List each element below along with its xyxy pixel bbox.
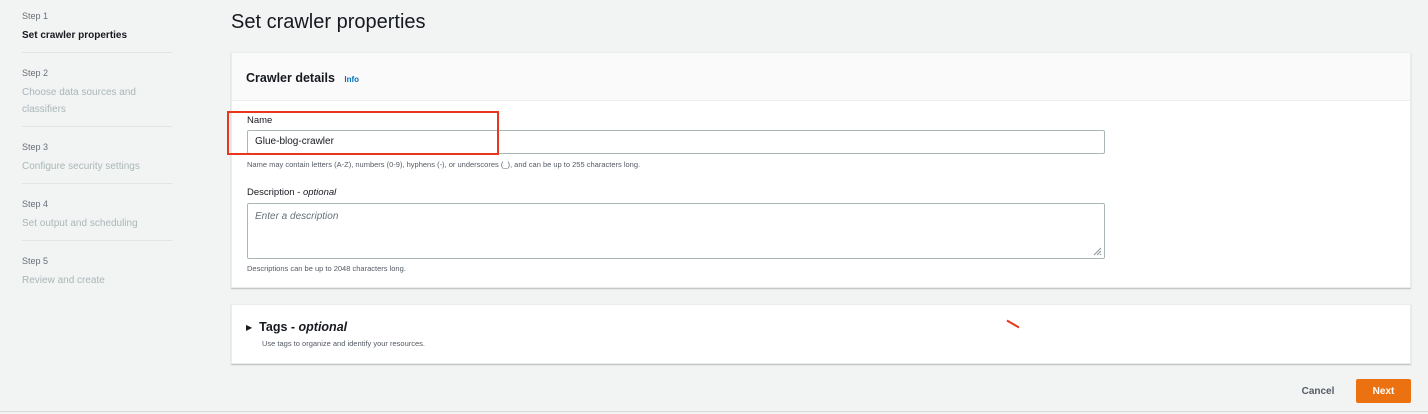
divider	[0, 411, 1428, 412]
optional-text: optional	[302, 187, 337, 198]
step-title: Configure security settings	[22, 161, 140, 172]
step-number: Step 2	[22, 68, 49, 78]
description-label-text: Description -	[247, 187, 303, 198]
tags-description: Use tags to organize and identify your r…	[262, 339, 426, 348]
step-number: Step 1	[22, 11, 49, 21]
description-placeholder: Enter a description	[255, 211, 339, 222]
description-textarea[interactable]: Enter a description	[247, 203, 1105, 259]
tags-title: Tags - optional	[259, 320, 347, 334]
step-1: Step 1 Set crawler properties	[22, 8, 172, 53]
tags-title-text: Tags -	[259, 320, 299, 334]
tags-expander[interactable]: ▶ Tags - optional	[246, 320, 1396, 334]
name-input[interactable]: Glue-blog-crawler	[247, 130, 1105, 154]
panel-header: Crawler details Info	[232, 53, 1410, 101]
name-hint: Name may contain letters (A-Z), numbers …	[247, 160, 641, 169]
description-label: Description - optional	[247, 187, 336, 198]
wizard-steps: Step 1 Set crawler properties Step 2 Cho…	[22, 8, 172, 309]
page-title: Set crawler properties	[231, 11, 426, 33]
step-5: Step 5 Review and create	[22, 253, 172, 297]
step-number: Step 5	[22, 256, 49, 266]
description-hint: Descriptions can be up to 2048 character…	[247, 264, 406, 273]
tags-panel: ▶ Tags - optional Use tags to organize a…	[231, 304, 1411, 364]
step-title: Set output and scheduling	[22, 218, 138, 229]
info-link[interactable]: Info	[344, 75, 359, 84]
step-number: Step 3	[22, 142, 49, 152]
tags-optional-text: optional	[298, 320, 348, 334]
name-label: Name	[247, 115, 273, 126]
step-number: Step 4	[22, 199, 49, 209]
step-2: Step 2 Choose data sources and classifie…	[22, 65, 172, 127]
crawler-details-panel: Crawler details Info Name Glue-blog-craw…	[231, 52, 1411, 288]
step-title: Set crawler properties	[22, 30, 128, 41]
next-button[interactable]: Next	[1356, 379, 1411, 403]
panel-title: Crawler details	[246, 71, 335, 85]
page: Step 1 Set crawler properties Step 2 Cho…	[0, 0, 1428, 414]
step-title: Choose data sources and classifiers	[22, 87, 136, 115]
cancel-button[interactable]: Cancel	[1292, 380, 1344, 402]
step-4: Step 4 Set output and scheduling	[22, 196, 172, 241]
resize-handle-icon[interactable]	[1092, 246, 1102, 256]
caret-right-icon[interactable]: ▶	[246, 323, 252, 332]
step-3: Step 3 Configure security settings	[22, 139, 172, 184]
step-title: Review and create	[22, 275, 105, 286]
